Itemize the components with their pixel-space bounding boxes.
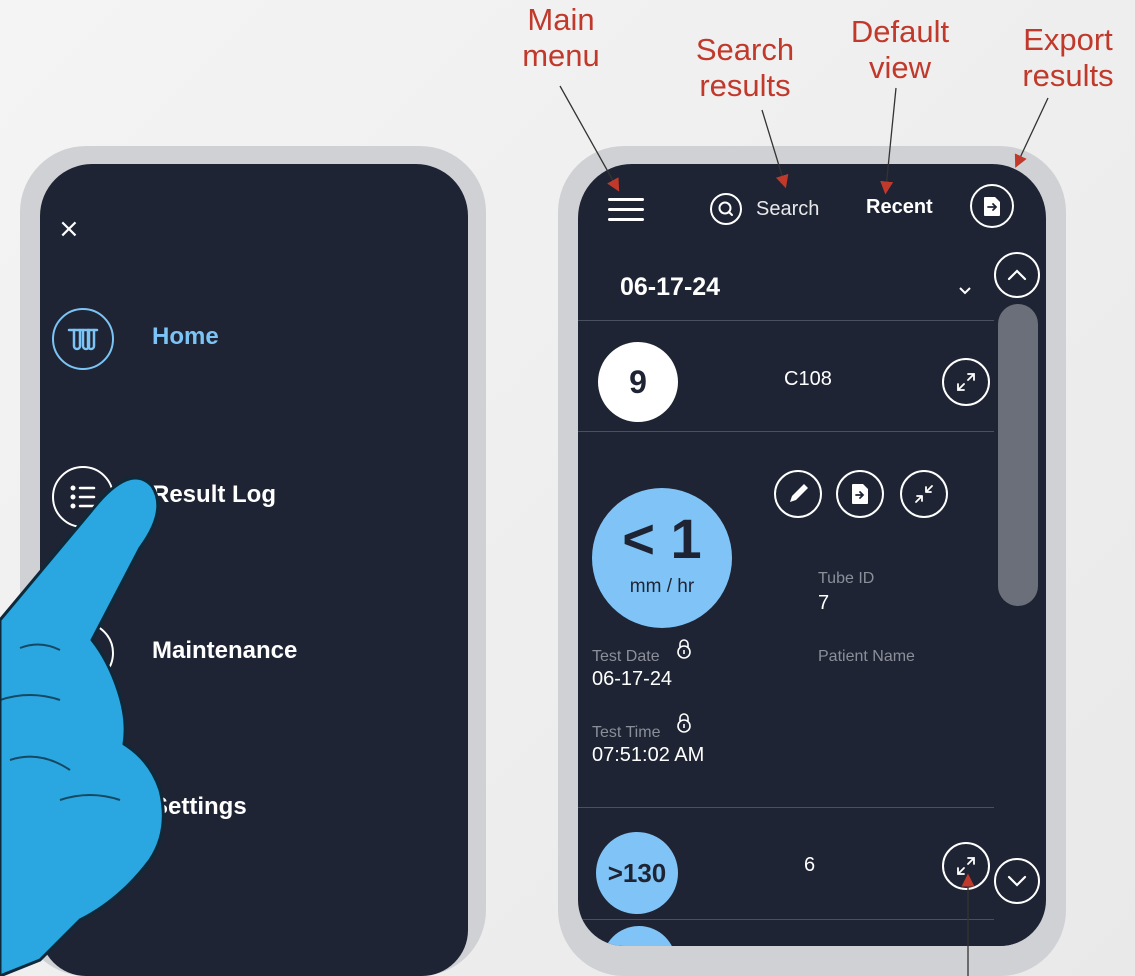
test-tubes-icon — [52, 308, 114, 370]
menu-item-label: Result Log — [152, 481, 276, 508]
test-time-label: Test Time — [592, 724, 661, 741]
date-label: 06-17-24 — [620, 273, 721, 301]
menu-item-label: Home — [152, 323, 219, 350]
scrollbar-thumb[interactable] — [998, 304, 1038, 606]
result-tube-id: C108 — [784, 368, 832, 390]
result-row-expanded: < 1 mm / hr Tube ID 7 Patient Name Test … — [578, 432, 994, 808]
hamburger-menu-icon[interactable] — [608, 198, 644, 224]
collapse-icon[interactable] — [900, 470, 948, 518]
expand-icon[interactable] — [942, 358, 990, 406]
menu-item-label: Maintenance — [152, 637, 298, 664]
menu-item-settings[interactable]: Settings — [40, 776, 468, 846]
test-date-label: Test Date — [592, 648, 660, 665]
gear-icon — [52, 778, 114, 840]
search-label: Search — [756, 197, 820, 220]
search-button[interactable]: Search — [710, 192, 819, 226]
main-menu-screen: × Home Result Log Maintenance Settings — [40, 164, 468, 976]
result-value-badge — [602, 926, 676, 946]
expand-icon[interactable] — [942, 842, 990, 890]
menu-item-home[interactable]: Home — [40, 306, 468, 376]
callout-default-view: Default view — [850, 14, 950, 85]
result-value-badge: >130 — [596, 832, 678, 914]
close-icon[interactable]: × — [58, 216, 84, 242]
patient-name-label: Patient Name — [818, 648, 915, 665]
result-value-circle: < 1 mm / hr — [592, 488, 732, 628]
result-row[interactable]: >130 6 — [578, 808, 994, 920]
test-date-value: 06-17-24 — [592, 668, 673, 690]
tube-id-label: Tube ID — [818, 570, 875, 587]
menu-item-label: Settings — [152, 793, 247, 820]
recent-view-button[interactable]: Recent — [866, 196, 933, 219]
callout-export-results: Export results — [1022, 22, 1114, 93]
result-value-badge: 9 — [598, 342, 678, 422]
result-row[interactable]: 9 C108 — [578, 322, 994, 432]
chevron-down-icon — [958, 281, 972, 300]
export-result-icon[interactable] — [836, 470, 884, 518]
result-tube-id: 6 — [804, 854, 816, 876]
export-icon[interactable] — [970, 184, 1014, 228]
menu-item-result-log[interactable]: Result Log — [40, 464, 468, 534]
search-icon — [710, 193, 742, 225]
scroll-down-icon[interactable] — [994, 858, 1040, 904]
tube-id-value: 7 — [818, 592, 830, 614]
lock-icon — [677, 713, 691, 733]
edit-icon[interactable] — [774, 470, 822, 518]
date-selector[interactable]: 06-17-24 — [578, 259, 994, 321]
result-value: < 1 — [622, 507, 702, 570]
result-unit: mm / hr — [629, 576, 695, 597]
maintenance-icon — [52, 622, 114, 684]
menu-item-maintenance[interactable]: Maintenance — [40, 620, 468, 690]
callout-search-results: Search results — [695, 32, 795, 103]
top-bar: Search Recent — [578, 164, 1046, 254]
list-icon — [52, 466, 114, 528]
callout-main-menu: Main menu — [522, 2, 600, 73]
lock-icon — [677, 639, 691, 659]
scroll-up-icon[interactable] — [994, 252, 1040, 298]
result-log-screen: Search Recent 06-17-24 9 C108 < 1 mm / h… — [578, 164, 1046, 946]
test-time-value: 07:51:02 AM — [592, 744, 705, 766]
